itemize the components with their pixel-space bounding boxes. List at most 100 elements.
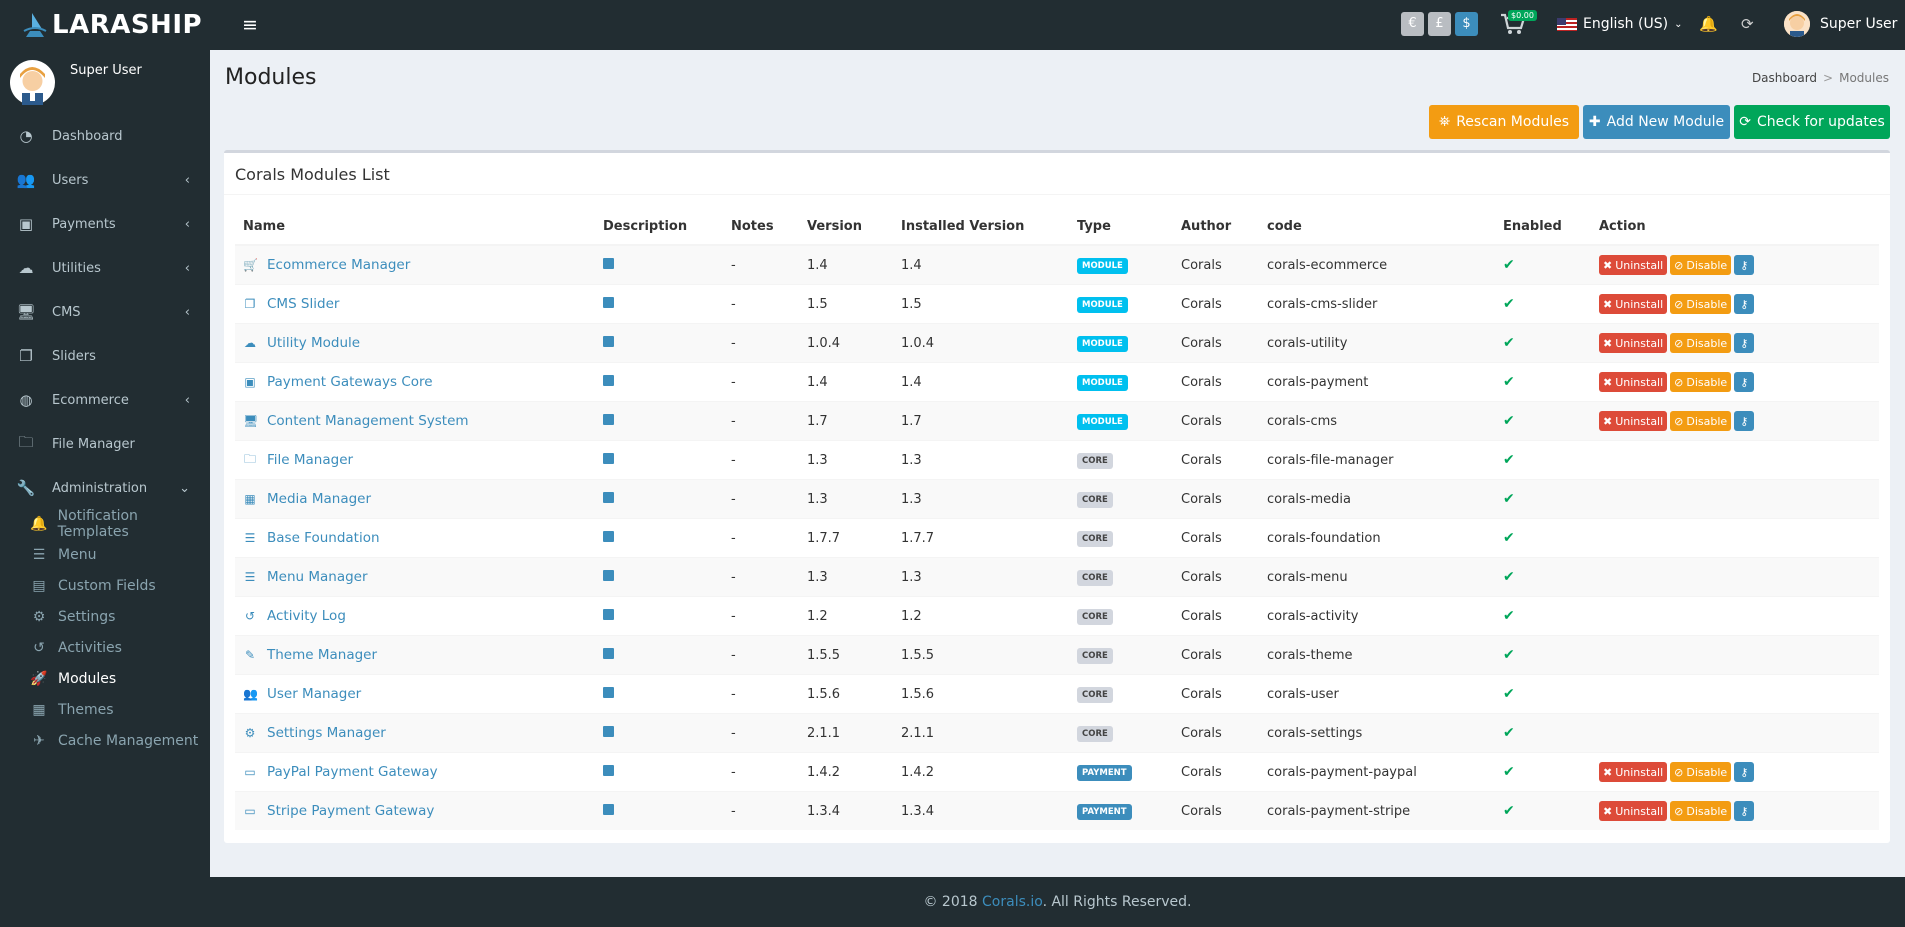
disable-button[interactable]: ⊘ Disable xyxy=(1670,294,1732,314)
module-name-link[interactable]: ▭ PayPal Payment Gateway xyxy=(243,764,587,780)
sidebar-item-label: Modules xyxy=(58,671,117,687)
sidebar-item-custom-fields[interactable]: ▤ Custom Fields xyxy=(0,571,210,601)
license-key-button[interactable]: ⚷ xyxy=(1734,762,1755,782)
module-name-link[interactable]: ▣ Payment Gateways Core xyxy=(243,374,587,390)
module-name-link[interactable]: 🛒 Ecommerce Manager xyxy=(243,257,587,273)
module-name-link[interactable]: ▦ Media Manager xyxy=(243,491,587,507)
module-name-link[interactable]: ▭ Stripe Payment Gateway xyxy=(243,803,587,819)
disable-button[interactable]: ⊘ Disable xyxy=(1670,801,1732,821)
uninstall-button[interactable]: ✖ Uninstall xyxy=(1599,294,1668,314)
sticky-note-icon[interactable] xyxy=(603,569,614,581)
table-row: 👥 User Manager -1.5.6 1.5.6 CORE Corals corals… xyxy=(235,674,1879,714)
rescan-modules-button[interactable]: ⛯ Rescan Modules xyxy=(1429,105,1579,139)
sidebar-item-cms[interactable]: 🖥 CMS ‹ xyxy=(0,292,210,332)
disable-button[interactable]: ⊘ Disable xyxy=(1670,333,1732,353)
ban-icon: ⊘ xyxy=(1674,804,1684,818)
sticky-note-icon[interactable] xyxy=(603,374,614,386)
sidebar-item-notification-templates[interactable]: 🔔 Notification Templates xyxy=(0,508,210,540)
module-name-link[interactable]: 👥 User Manager xyxy=(243,686,587,702)
sticky-note-icon[interactable] xyxy=(603,686,614,698)
uninstall-button[interactable]: ✖ Uninstall xyxy=(1599,372,1668,392)
license-key-button[interactable]: ⚷ xyxy=(1734,801,1755,821)
module-name-link[interactable]: ✎ Theme Manager xyxy=(243,647,587,663)
sidebar-toggle-icon[interactable]: ≡ xyxy=(242,14,258,36)
add-new-module-button[interactable]: ✚ Add New Module xyxy=(1583,105,1730,139)
user-menu[interactable]: Super User xyxy=(1784,11,1897,37)
disable-button[interactable]: ⊘ Disable xyxy=(1670,411,1732,431)
sidebar-item-sliders[interactable]: ❐ Sliders xyxy=(0,336,210,376)
type-cell: CORE xyxy=(1069,713,1173,753)
module-name-link[interactable]: ☰ Menu Manager xyxy=(243,569,587,585)
license-key-button[interactable]: ⚷ xyxy=(1734,333,1755,353)
footer-link[interactable]: Corals.io xyxy=(982,894,1043,910)
sidebar-item-administration[interactable]: 🔧 Administration ⌄ xyxy=(0,468,210,508)
disable-button[interactable]: ⊘ Disable xyxy=(1670,372,1732,392)
license-key-button[interactable]: ⚷ xyxy=(1734,372,1755,392)
sticky-note-icon[interactable] xyxy=(603,608,614,620)
sidebar-item-modules[interactable]: 🚀 Modules xyxy=(0,664,210,694)
sidebar-item-dashboard[interactable]: ◔ Dashboard xyxy=(0,116,210,156)
sticky-note-icon[interactable] xyxy=(603,413,614,425)
sticky-note-icon[interactable] xyxy=(603,725,614,737)
desktop-icon: 🖥 xyxy=(16,303,36,321)
module-name-link[interactable]: ↺ Activity Log xyxy=(243,608,587,624)
sticky-note-icon[interactable] xyxy=(603,803,614,815)
currency-pound-button[interactable]: £ xyxy=(1428,12,1451,36)
module-name: Theme Manager xyxy=(267,647,378,663)
module-name-link[interactable]: ⚙ Settings Manager xyxy=(243,725,587,741)
cogs-icon: ⚙ xyxy=(32,609,46,625)
action-cell: ✖ Uninstall ⊘ Disable ⚷ xyxy=(1591,323,1879,363)
currency-euro-button[interactable]: € xyxy=(1401,12,1424,36)
type-cell: MODULE xyxy=(1069,244,1173,285)
refresh-icon[interactable]: ⟳ xyxy=(1741,15,1754,33)
sticky-note-icon[interactable] xyxy=(603,530,614,542)
sidebar-item-payments[interactable]: ▣ Payments ‹ xyxy=(0,204,210,244)
folder-icon: 🗀 xyxy=(18,432,34,451)
sticky-note-icon[interactable] xyxy=(603,335,614,347)
sticky-note-icon[interactable] xyxy=(603,491,614,503)
uninstall-button[interactable]: ✖ Uninstall xyxy=(1599,762,1668,782)
disable-button[interactable]: ⊘ Disable xyxy=(1670,762,1732,782)
uninstall-button[interactable]: ✖ Uninstall xyxy=(1599,801,1668,821)
license-key-button[interactable]: ⚷ xyxy=(1734,411,1755,431)
sidebar-item-themes[interactable]: ▦ Themes xyxy=(0,695,210,725)
app-logo[interactable]: LARASHIP xyxy=(22,8,202,42)
module-name-link[interactable]: 🗀 File Manager xyxy=(243,450,587,471)
module-name-link[interactable]: ☁ Utility Module xyxy=(243,335,587,351)
sticky-note-icon[interactable] xyxy=(603,296,614,308)
uninstall-button[interactable]: ✖ Uninstall xyxy=(1599,411,1668,431)
sticky-note-icon[interactable] xyxy=(603,257,614,269)
uninstall-label: Uninstall xyxy=(1615,258,1664,272)
sticky-note-icon[interactable] xyxy=(603,452,614,464)
money-icon: ▣ xyxy=(18,215,34,233)
uninstall-button[interactable]: ✖ Uninstall xyxy=(1599,333,1668,353)
sidebar-item-menu[interactable]: ☰ Menu xyxy=(0,540,210,570)
breadcrumb-dashboard-link[interactable]: Dashboard xyxy=(1752,71,1817,85)
disable-button[interactable]: ⊘ Disable xyxy=(1670,255,1732,275)
check-for-updates-button[interactable]: ⟳ Check for updates xyxy=(1734,105,1890,139)
key-icon: ⚷ xyxy=(1740,804,1749,818)
uninstall-button[interactable]: ✖ Uninstall xyxy=(1599,255,1668,275)
currency-dollar-button[interactable]: $ xyxy=(1455,12,1478,36)
sidebar-item-users[interactable]: 👥 Users ‹ xyxy=(0,160,210,200)
installed-version-cell: 2.1.1 xyxy=(893,713,1069,753)
language-dropdown[interactable]: English (US) ⌄ xyxy=(1557,16,1682,32)
module-name-link[interactable]: 🖥 Content Management System xyxy=(243,413,587,429)
bell-icon[interactable]: 🔔 xyxy=(1699,15,1718,33)
license-key-button[interactable]: ⚷ xyxy=(1734,294,1755,314)
sidebar-item-cache-management[interactable]: ✈ Cache Management xyxy=(0,726,210,756)
sidebar-item-ecommerce[interactable]: ◍ Ecommerce ‹ xyxy=(0,380,210,420)
module-name-link[interactable]: ❐ CMS Slider xyxy=(243,296,587,312)
sidebar-item-file-manager[interactable]: 🗀 File Manager xyxy=(0,424,210,464)
license-key-button[interactable]: ⚷ xyxy=(1734,255,1755,275)
code-cell: corals-payment xyxy=(1259,362,1495,402)
sticky-note-icon[interactable] xyxy=(603,647,614,659)
sidebar-item-utilities[interactable]: ☁ Utilities ‹ xyxy=(0,248,210,288)
footer-copyright: © 2018 xyxy=(923,894,978,910)
type-cell: MODULE xyxy=(1069,323,1173,363)
author-cell: Corals xyxy=(1173,401,1259,441)
sticky-note-icon[interactable] xyxy=(603,764,614,776)
module-name-link[interactable]: ☰ Base Foundation xyxy=(243,530,587,546)
sidebar-item-settings[interactable]: ⚙ Settings xyxy=(0,602,210,632)
sidebar-item-activities[interactable]: ↺ Activities xyxy=(0,633,210,663)
